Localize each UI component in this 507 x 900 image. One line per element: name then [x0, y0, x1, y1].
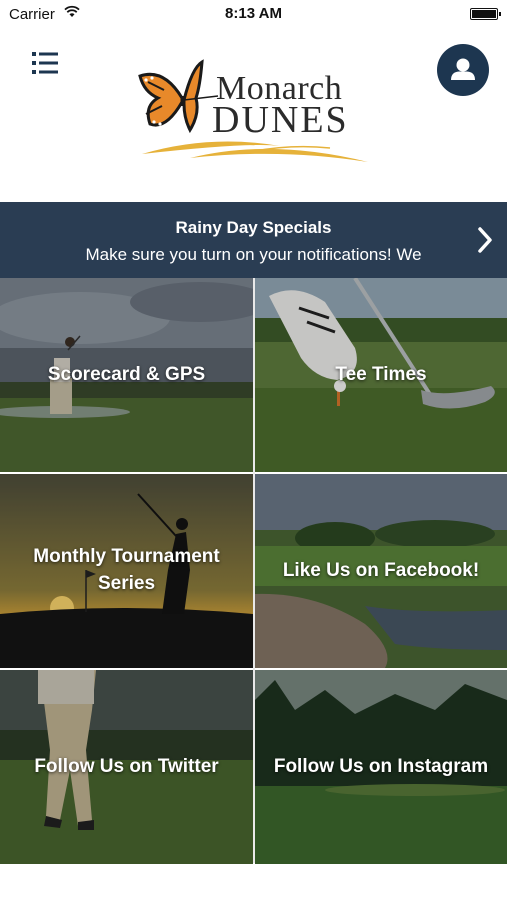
chevron-right-icon	[478, 227, 492, 253]
tile-twitter[interactable]: Follow Us on Twitter	[0, 670, 253, 864]
feature-grid: Scorecard & GPS Tee Times Monthly Tourna…	[0, 278, 507, 864]
notification-banner[interactable]: Rainy Day Specials Make sure you turn on…	[0, 202, 507, 278]
tile-label: Monthly Tournament Series	[33, 546, 220, 594]
battery-icon	[470, 8, 501, 20]
tile-label: Like Us on Facebook!	[282, 559, 480, 581]
tile-label: Follow Us on Instagram	[273, 755, 489, 777]
tile-scorecard-gps[interactable]: Scorecard & GPS	[0, 278, 253, 472]
status-bar: Carrier 8:13 AM	[0, 0, 507, 28]
tile-monthly-tournament[interactable]: Monthly Tournament Series	[0, 474, 253, 668]
butterfly-icon	[138, 59, 219, 134]
menu-button[interactable]	[30, 50, 60, 76]
tile-label: Scorecard & GPS	[47, 363, 206, 385]
tile-facebook[interactable]: Like Us on Facebook!	[255, 474, 507, 668]
banner-title: Rainy Day Specials	[175, 218, 332, 237]
grid-divider	[253, 278, 255, 863]
user-icon	[451, 58, 475, 80]
tile-label: Tee Times	[335, 363, 427, 385]
clock: 8:13 AM	[225, 5, 282, 22]
tile-tee-times[interactable]: Tee Times	[255, 278, 507, 472]
profile-button[interactable]	[437, 44, 489, 96]
monarch-dunes-logo: Monarch DUNES	[130, 56, 375, 168]
tile-label: Follow Us on Twitter	[34, 755, 219, 777]
banner-subtitle: Make sure you turn on your notifications…	[85, 245, 422, 264]
hamburger-list-icon	[32, 52, 58, 74]
tile-instagram[interactable]: Follow Us on Instagram	[255, 670, 507, 864]
dunes-swoosh-icon	[142, 141, 368, 162]
